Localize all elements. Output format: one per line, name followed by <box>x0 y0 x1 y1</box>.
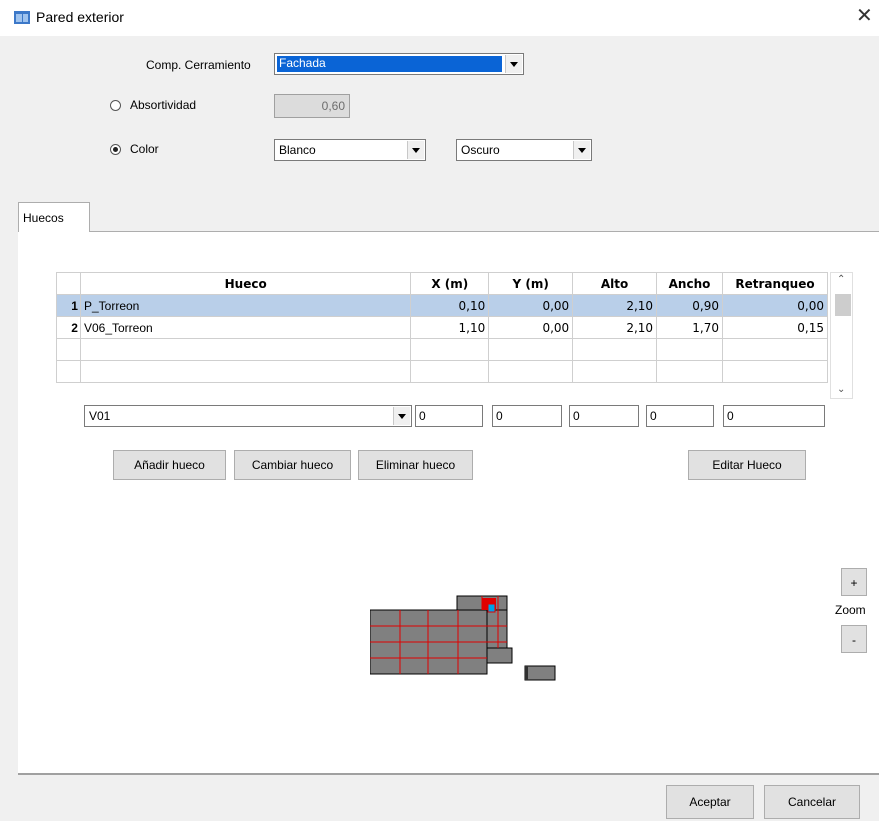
zoom-out-label: - <box>852 633 856 647</box>
x-input-value: 0 <box>419 409 426 423</box>
tab-huecos[interactable]: Huecos <box>18 202 90 232</box>
retranqueo-input[interactable]: 0 <box>723 405 825 427</box>
absortividad-input[interactable]: 0,60 <box>274 94 350 118</box>
alto-input-value: 0 <box>573 409 580 423</box>
zoom-label: Zoom <box>835 603 866 617</box>
accept-label: Aceptar <box>689 795 731 809</box>
scroll-up-icon[interactable]: ⌃ <box>837 274 845 285</box>
cell-ancho[interactable]: 1,70 <box>656 316 723 339</box>
row-number: 1 <box>56 294 81 317</box>
tab-huecos-label: Huecos <box>23 211 64 225</box>
zoom-in-label: + <box>850 576 858 590</box>
ancho-input-value: 0 <box>650 409 657 423</box>
cell-x[interactable]: 1,10 <box>410 316 490 339</box>
chevron-down-icon[interactable] <box>407 141 424 159</box>
window-title: Pared exterior <box>36 9 124 25</box>
tone-value: Oscuro <box>461 143 500 157</box>
comp-cerramiento-label: Comp. Cerramiento <box>146 58 251 72</box>
absortividad-radio[interactable] <box>110 100 121 111</box>
table-row[interactable]: 2 V06_Torreon 1,10 0,00 2,10 1,70 0,15 <box>56 316 829 339</box>
title-bar <box>0 0 879 36</box>
ancho-input[interactable]: 0 <box>646 405 714 427</box>
table-row-empty[interactable] <box>56 360 829 383</box>
table-header-row: Hueco X (m) Y (m) Alto Ancho Retranqueo <box>56 272 829 295</box>
zoom-in-button[interactable]: + <box>841 568 867 596</box>
comp-cerramiento-select[interactable]: Fachada <box>274 53 524 75</box>
column-header-retranqueo[interactable]: Retranqueo <box>721 272 829 295</box>
window-app-icon <box>14 11 30 24</box>
change-hueco-button[interactable]: Cambiar hueco <box>234 450 351 480</box>
hueco-select[interactable]: V01 <box>84 405 412 427</box>
huecos-table: Hueco X (m) Y (m) Alto Ancho Retranqueo … <box>56 272 829 383</box>
scroll-down-icon[interactable]: ⌄ <box>837 384 845 395</box>
delete-hueco-label: Eliminar hueco <box>375 458 456 472</box>
cell-retranqueo[interactable]: 0,15 <box>721 316 829 339</box>
comp-cerramiento-value: Fachada <box>277 56 502 72</box>
column-header-ancho[interactable]: Ancho <box>656 272 723 295</box>
tone-select[interactable]: Oscuro <box>456 139 592 161</box>
close-icon[interactable]: ✕ <box>856 6 873 26</box>
cell-retranqueo[interactable]: 0,00 <box>721 294 829 317</box>
column-header-hueco[interactable]: Hueco <box>79 272 412 295</box>
y-input[interactable]: 0 <box>492 405 562 427</box>
y-input-value: 0 <box>496 409 503 423</box>
cancel-button[interactable]: Cancelar <box>764 785 860 819</box>
column-header-index <box>56 272 81 295</box>
color-label: Color <box>130 142 159 156</box>
column-header-x[interactable]: X (m) <box>410 272 490 295</box>
cancel-label: Cancelar <box>787 795 837 809</box>
change-hueco-label: Cambiar hueco <box>251 458 334 472</box>
chevron-down-icon[interactable] <box>573 141 590 159</box>
cell-y[interactable]: 0,00 <box>488 294 574 317</box>
cell-x[interactable]: 0,10 <box>410 294 490 317</box>
cell-alto[interactable]: 2,10 <box>572 316 658 339</box>
row-number: 2 <box>56 316 81 339</box>
add-hueco-label: Añadir hueco <box>134 458 205 472</box>
cell-y[interactable]: 0,00 <box>488 316 574 339</box>
delete-hueco-button[interactable]: Eliminar hueco <box>358 450 473 480</box>
hueco-select-value: V01 <box>89 409 111 423</box>
retranqueo-input-value: 0 <box>727 409 734 423</box>
cell-hueco[interactable]: V06_Torreon <box>79 316 412 339</box>
chevron-down-icon[interactable] <box>393 407 410 425</box>
scrollbar-thumb[interactable] <box>835 294 851 316</box>
edit-hueco-button[interactable]: Editar Hueco <box>688 450 806 480</box>
color-select[interactable]: Blanco <box>274 139 426 161</box>
cell-ancho[interactable]: 0,90 <box>656 294 723 317</box>
add-hueco-button[interactable]: Añadir hueco <box>113 450 226 480</box>
wall-elevation-drawing <box>370 595 556 681</box>
table-row[interactable]: 1 P_Torreon 0,10 0,00 2,10 0,90 0,00 <box>56 294 829 317</box>
cell-hueco[interactable]: P_Torreon <box>79 294 412 317</box>
edit-hueco-label: Editar Hueco <box>712 458 782 472</box>
cell-alto[interactable]: 2,10 <box>572 294 658 317</box>
column-header-y[interactable]: Y (m) <box>488 272 574 295</box>
table-row-empty[interactable] <box>56 338 829 361</box>
accept-button[interactable]: Aceptar <box>666 785 754 819</box>
table-vertical-scrollbar[interactable] <box>830 272 853 399</box>
chevron-down-icon[interactable] <box>505 55 522 73</box>
column-header-alto[interactable]: Alto <box>572 272 658 295</box>
alto-input[interactable]: 0 <box>569 405 639 427</box>
absortividad-label: Absortividad <box>130 98 197 112</box>
x-input[interactable]: 0 <box>415 405 483 427</box>
color-value: Blanco <box>279 143 316 157</box>
zoom-out-button[interactable]: - <box>841 625 867 653</box>
color-radio[interactable] <box>110 144 121 155</box>
bottom-divider <box>18 773 879 775</box>
